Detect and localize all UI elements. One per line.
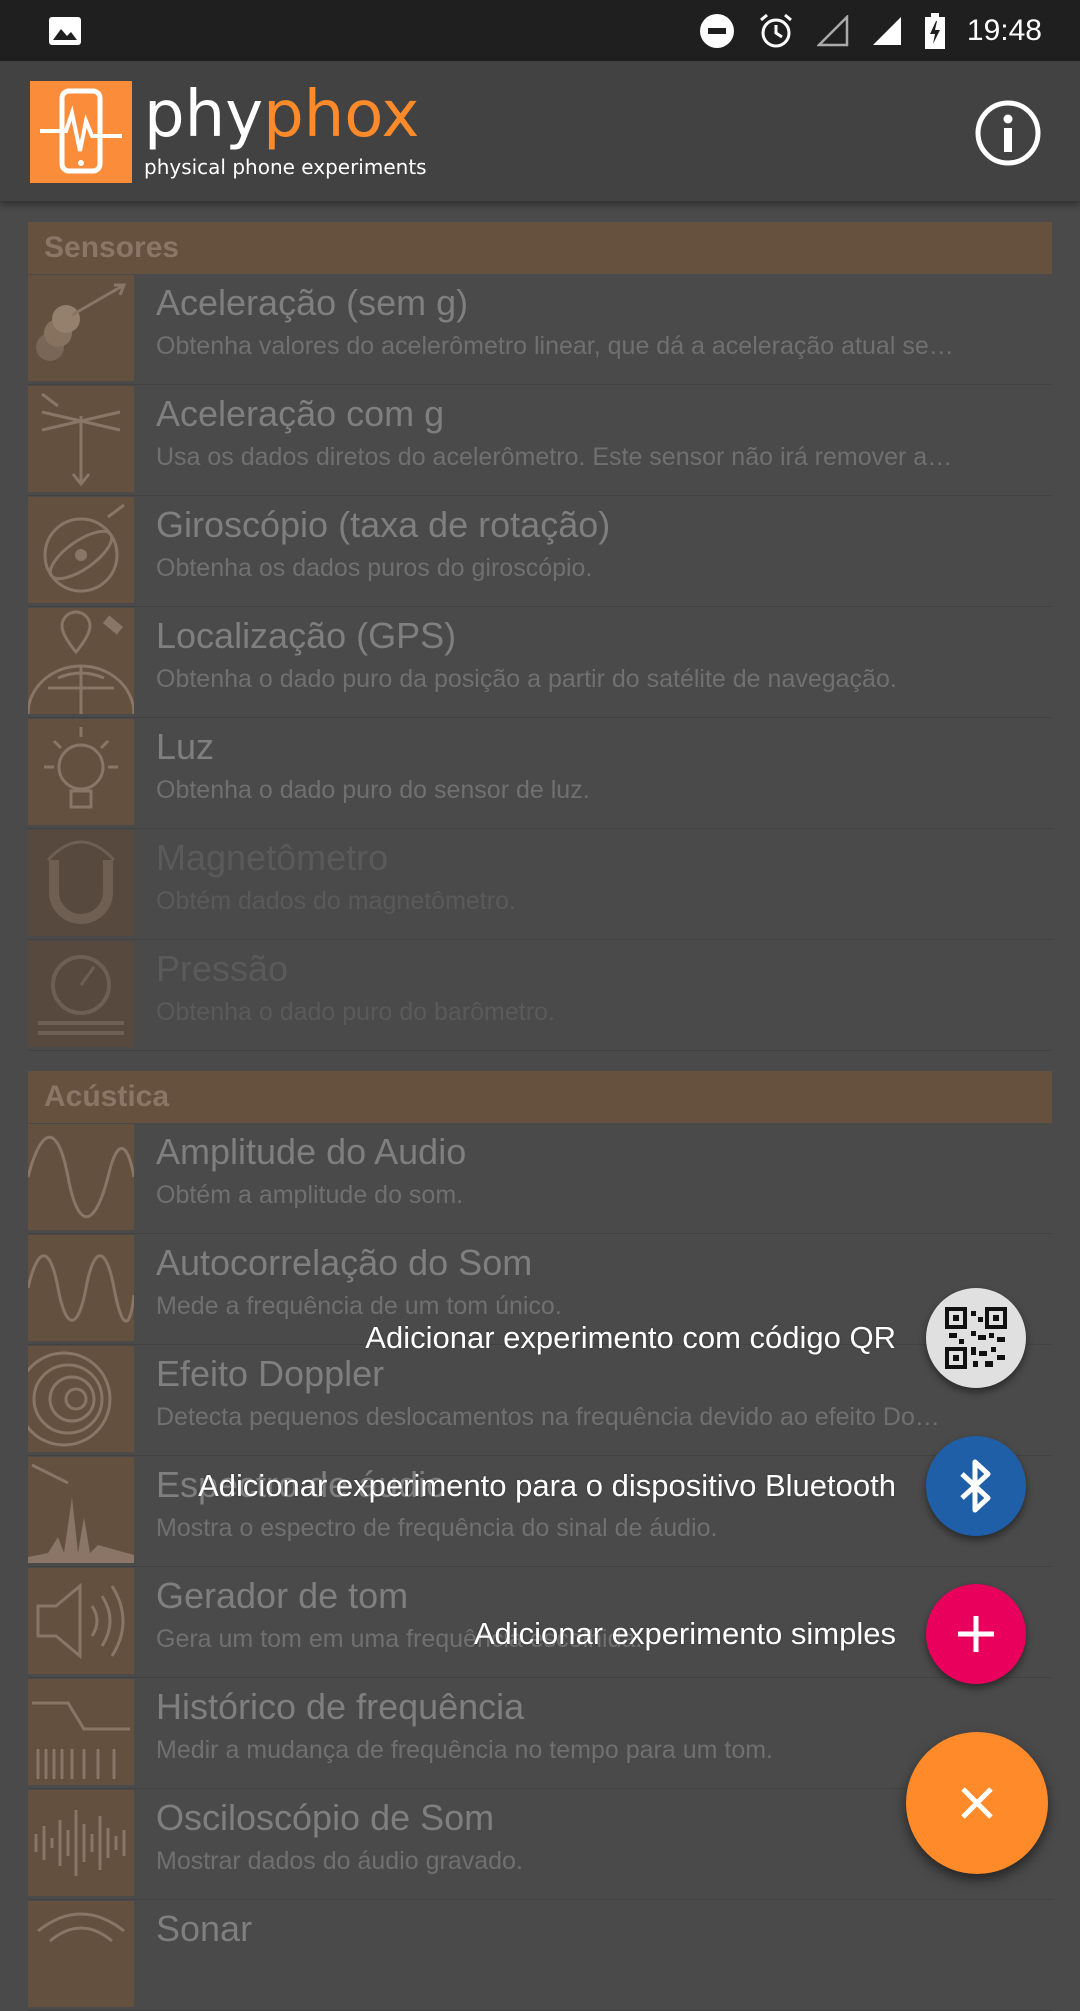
item-title: Aceleração (sem g) bbox=[156, 282, 469, 323]
qr-code-icon bbox=[945, 1307, 1007, 1369]
list-item[interactable]: Magnetômetro Obtém dados do magnetômetro… bbox=[28, 829, 1052, 940]
item-title: Aceleração com g bbox=[156, 393, 445, 434]
list-item[interactable]: Aceleração (sem g) Obtenha valores do ac… bbox=[28, 274, 1052, 385]
close-fab[interactable] bbox=[906, 1732, 1048, 1874]
image-icon bbox=[49, 17, 81, 45]
autocorrelation-icon bbox=[26, 1235, 136, 1341]
item-title: Autocorrelação do Som bbox=[156, 1242, 533, 1283]
item-description: Usa os dados diretos do acelerômetro. Es… bbox=[156, 443, 953, 471]
status-bar: 19:48 bbox=[0, 0, 1080, 61]
list-item[interactable]: Luz Obtenha o dado puro do sensor de luz… bbox=[28, 718, 1052, 829]
item-description: Obtém a amplitude do som. bbox=[156, 1181, 464, 1209]
speaker-icon bbox=[28, 1568, 134, 1674]
dnd-icon bbox=[699, 13, 734, 48]
item-description: Obtenha o dado puro do sensor de luz. bbox=[156, 776, 590, 804]
fab-label-qr[interactable]: Adicionar experimento com código QR bbox=[365, 1320, 896, 1356]
info-icon[interactable] bbox=[974, 99, 1042, 167]
list-item[interactable]: Giroscópio (taxa de rotação) Obtenha os … bbox=[28, 496, 1052, 607]
fab-row-bluetooth[interactable]: Adicionar experimento para o dispositivo… bbox=[198, 1436, 1026, 1536]
battery-charging-icon bbox=[924, 12, 945, 49]
barometer-icon bbox=[28, 941, 134, 1047]
doppler-icon bbox=[16, 1346, 134, 1452]
item-description: Mostrar dados do áudio gravado. bbox=[156, 1847, 523, 1875]
item-description: Obtenha valores do acelerômetro linear, … bbox=[156, 332, 954, 360]
frequency-history-icon bbox=[28, 1679, 134, 1785]
spectrum-icon bbox=[28, 1457, 134, 1563]
oscilloscope-icon bbox=[28, 1790, 134, 1896]
list-item[interactable]: Sonar bbox=[28, 1900, 1052, 2011]
qr-code-fab[interactable] bbox=[926, 1288, 1026, 1388]
item-description: Obtenha os dados puros do giroscópio. bbox=[156, 554, 593, 582]
sonar-icon bbox=[28, 1901, 134, 2007]
item-description: Obtém dados do magnetômetro. bbox=[156, 887, 516, 915]
item-title: Osciloscópio de Som bbox=[156, 1797, 495, 1838]
signal-empty-icon bbox=[816, 14, 849, 46]
status-time: 19:48 bbox=[966, 13, 1042, 47]
item-title: Histórico de frequência bbox=[156, 1686, 525, 1727]
brand-name-part1: phy bbox=[144, 78, 264, 152]
brand-name: phyphox bbox=[144, 83, 427, 147]
sine-wave-icon bbox=[26, 1124, 136, 1230]
app-bar: phyphox physical phone experiments bbox=[0, 61, 1080, 201]
item-title: Pressão bbox=[156, 948, 289, 989]
item-title: Magnetômetro bbox=[156, 837, 389, 878]
magnet-icon bbox=[28, 830, 134, 936]
bluetooth-icon bbox=[960, 1459, 991, 1513]
brand-name-part2: phox bbox=[263, 78, 420, 152]
brand-tagline: physical phone experiments bbox=[144, 155, 427, 179]
alarm-icon bbox=[759, 13, 792, 47]
close-icon bbox=[961, 1787, 993, 1819]
list-item[interactable]: Aceleração com g Usa os dados diretos do… bbox=[28, 385, 1052, 496]
list-item[interactable]: Pressão Obtenha o dado puro do barômetro… bbox=[28, 940, 1052, 1051]
brand: phyphox physical phone experiments bbox=[144, 83, 427, 179]
item-description: Medir a mudança de frequência no tempo p… bbox=[156, 1736, 774, 1764]
item-title: Amplitude do Audio bbox=[156, 1131, 467, 1172]
list-item[interactable]: Osciloscópio de Som Mostrar dados do áud… bbox=[28, 1789, 1052, 1900]
item-description: Detecta pequenos deslocamentos na frequê… bbox=[156, 1403, 940, 1431]
gyroscope-icon bbox=[28, 497, 134, 603]
category-header-sensores: Sensores bbox=[28, 222, 1052, 274]
signal-full-icon bbox=[872, 16, 901, 45]
fab-row-simple[interactable]: Adicionar experimento simples bbox=[474, 1584, 1026, 1684]
item-title: Localização (GPS) bbox=[156, 615, 457, 656]
acceleration-icon bbox=[28, 275, 134, 381]
item-title: Sonar bbox=[156, 1908, 253, 1949]
list-item[interactable]: Amplitude do Audio Obtém a amplitude do … bbox=[26, 1123, 1052, 1234]
experiment-list: Sensores Aceleração (sem g) Obtenha valo… bbox=[16, 222, 1052, 2011]
item-description: Obtenha o dado puro do barômetro. bbox=[156, 998, 555, 1026]
acceleration-g-icon bbox=[28, 386, 134, 492]
category-header-acustica: Acústica bbox=[28, 1071, 1052, 1123]
fab-label-bluetooth[interactable]: Adicionar experimento para o dispositivo… bbox=[198, 1468, 896, 1504]
list-item[interactable]: Histórico de frequência Medir a mudança … bbox=[28, 1678, 1052, 1789]
category-gap bbox=[28, 1051, 1052, 1071]
bluetooth-fab[interactable] bbox=[926, 1436, 1026, 1536]
item-title: Giroscópio (taxa de rotação) bbox=[156, 504, 611, 545]
fab-label-simple[interactable]: Adicionar experimento simples bbox=[474, 1616, 896, 1652]
fab-row-qr[interactable]: Adicionar experimento com código QR bbox=[365, 1288, 1026, 1388]
phyphox-logo bbox=[30, 81, 132, 183]
phone-logo-icon bbox=[40, 88, 122, 174]
item-description: Obtenha o dado puro da posição a partir … bbox=[156, 665, 897, 693]
list-item[interactable]: Localização (GPS) Obtenha o dado puro da… bbox=[26, 607, 1052, 718]
light-bulb-icon bbox=[28, 719, 134, 825]
simple-experiment-fab[interactable] bbox=[926, 1584, 1026, 1684]
gps-icon bbox=[26, 608, 136, 715]
plus-icon bbox=[958, 1616, 994, 1652]
item-title: Luz bbox=[156, 726, 215, 767]
